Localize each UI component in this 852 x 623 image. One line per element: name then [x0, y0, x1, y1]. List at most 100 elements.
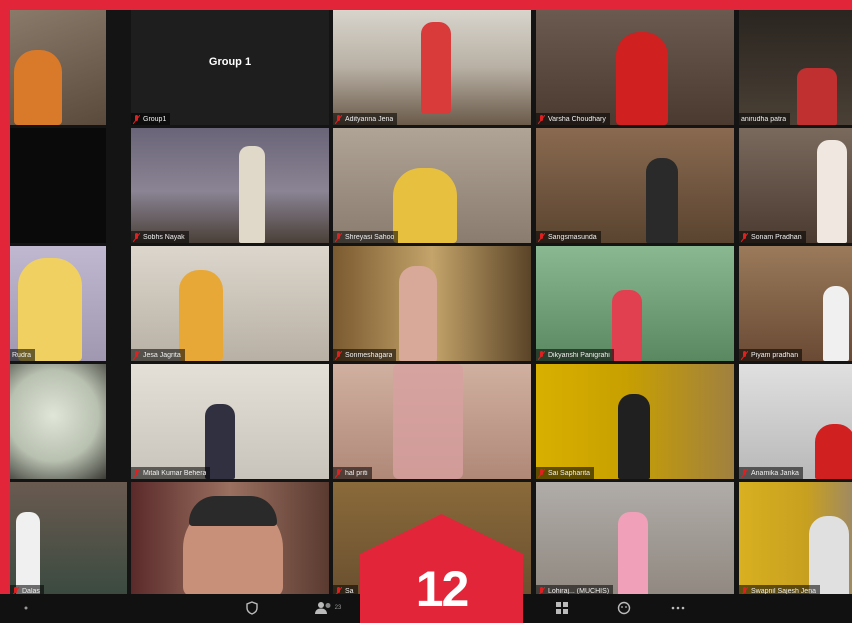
- breakout-rooms-icon[interactable]: [552, 598, 572, 618]
- reactions-icon[interactable]: [614, 598, 634, 618]
- mic-muted-icon: [741, 232, 748, 242]
- participants-icon: [314, 602, 331, 614]
- participant-tile[interactable]: Piyam pradhan: [739, 246, 852, 361]
- name-bar: Dikyanshi Panigrahi: [536, 349, 614, 361]
- participant-tile[interactable]: Sangsmasunda: [536, 128, 734, 243]
- participant-figure: [399, 266, 437, 361]
- participant-tile[interactable]: Swapnil Sajesh Jena: [739, 482, 852, 597]
- name-bar: anirudha patra: [739, 113, 791, 125]
- participant-tile[interactable]: Lohiraj... (MUCHIS): [536, 482, 734, 597]
- video-feed: [131, 128, 329, 243]
- mic-muted-icon: [335, 114, 342, 124]
- participant-figure: [239, 146, 265, 243]
- video-feed: [131, 246, 329, 361]
- participant-name: Sangsmasunda: [548, 233, 597, 241]
- more-controls-icon[interactable]: [20, 598, 32, 618]
- participant-tile[interactable]: Rudra: [10, 246, 106, 361]
- video-feed: [10, 364, 106, 479]
- participant-tile[interactable]: Sobhs Nayak: [131, 128, 329, 243]
- mic-muted-icon: [538, 350, 545, 360]
- mic-muted-icon: [741, 350, 748, 360]
- participant-figure: [14, 50, 62, 125]
- mic-muted-icon: [335, 232, 342, 242]
- participant-figure: [421, 22, 451, 114]
- participant-tile[interactable]: Sonmeshagara: [333, 246, 531, 361]
- participant-name: Sonmeshagara: [345, 351, 393, 359]
- participants-count: 23: [334, 605, 342, 611]
- participant-tile[interactable]: Varsha Choudhary: [536, 10, 734, 125]
- participant-figure: [616, 32, 668, 125]
- more-icon[interactable]: [668, 598, 688, 618]
- participant-name: Sai Sapharita: [548, 469, 591, 477]
- participant-tile[interactable]: Shreyasi Sahoo: [333, 128, 531, 243]
- participant-tile[interactable]: Sai Sapharita: [536, 364, 734, 479]
- participant-name: Mitali Kumar Behera: [143, 469, 207, 477]
- participant-figure: [393, 168, 457, 243]
- participant-name: Jesa Jagrita: [143, 351, 181, 359]
- mic-muted-icon: [335, 468, 342, 478]
- participant-name: Sobhs Nayak: [143, 233, 185, 241]
- name-bar: Sonmeshagara: [333, 349, 397, 361]
- participant-name: Piyam pradhan: [751, 351, 799, 359]
- participant-tile[interactable]: [10, 10, 106, 125]
- participant-tile[interactable]: [10, 364, 106, 479]
- participant-tile[interactable]: Dalas: [10, 482, 127, 597]
- name-bar: Rudra: [10, 349, 36, 361]
- participant-figure: [612, 290, 642, 361]
- participant-hair: [189, 496, 277, 526]
- mic-muted-icon: [133, 232, 140, 242]
- participant-name: Dikyanshi Panigrahi: [548, 351, 610, 359]
- participant-figure: [618, 394, 650, 479]
- participants-button[interactable]: 23: [308, 598, 348, 618]
- participant-tile[interactable]: Adityanna Jena: [333, 10, 531, 125]
- participant-figure: [815, 424, 852, 479]
- name-bar: Varsha Choudhary: [536, 113, 610, 125]
- name-bar: Piyam pradhan: [739, 349, 803, 361]
- participant-figure: [817, 140, 847, 243]
- participant-tile[interactable]: hal priti: [333, 364, 531, 479]
- participant-tile[interactable]: Anamika Janka: [739, 364, 852, 479]
- participant-figure: [797, 68, 837, 125]
- participant-name: Adityanna Jena: [345, 115, 394, 123]
- participant-name: Group1: [143, 115, 167, 123]
- participant-name: anirudha patra: [741, 115, 787, 123]
- name-bar: Sai Sapharita: [536, 467, 595, 479]
- mic-muted-icon: [133, 350, 140, 360]
- page-number-badge: 12: [360, 514, 523, 623]
- name-bar: Anamika Janka: [739, 467, 803, 479]
- name-bar: Jesa Jagrita: [131, 349, 185, 361]
- mic-muted-icon: [133, 114, 140, 124]
- participant-name: Shreyasi Sahoo: [345, 233, 395, 241]
- participant-figure: [18, 258, 82, 361]
- mic-muted-icon: [741, 468, 748, 478]
- name-bar: Sobhs Nayak: [131, 231, 189, 243]
- participant-name: Rudra: [12, 351, 32, 359]
- mic-muted-icon: [335, 350, 342, 360]
- participant-name: Anamika Janka: [751, 469, 799, 477]
- participant-figure: [646, 158, 678, 243]
- participant-tile[interactable]: Jesa Jagrita: [131, 246, 329, 361]
- name-bar: hal priti: [333, 467, 372, 479]
- participant-figure: [618, 512, 648, 597]
- group-label: Group 1: [208, 56, 252, 68]
- participant-tile[interactable]: [131, 482, 329, 597]
- name-bar: Group1: [131, 113, 171, 125]
- name-bar: Sonam Pradhan: [739, 231, 806, 243]
- participant-name: hal priti: [345, 469, 368, 477]
- participant-name: Sonam Pradhan: [751, 233, 802, 241]
- mic-muted-icon: [538, 114, 545, 124]
- participant-tile[interactable]: Dikyanshi Panigrahi: [536, 246, 734, 361]
- security-icon[interactable]: [240, 598, 264, 618]
- name-bar: Shreyasi Sahoo: [333, 231, 399, 243]
- group-tile[interactable]: Group 1 Group1: [131, 10, 329, 125]
- mic-muted-icon: [133, 468, 140, 478]
- participant-tile-active-speaker[interactable]: anirudha patra: [739, 10, 852, 125]
- participant-name: Varsha Choudhary: [548, 115, 606, 123]
- participant-figure: [179, 270, 223, 361]
- participant-tile[interactable]: [10, 128, 106, 243]
- participant-tile[interactable]: Sonam Pradhan: [739, 128, 852, 243]
- participant-tile[interactable]: Mitali Kumar Behera: [131, 364, 329, 479]
- name-bar: Adityanna Jena: [333, 113, 398, 125]
- mic-muted-icon: [538, 232, 545, 242]
- badge-number: 12: [415, 561, 470, 617]
